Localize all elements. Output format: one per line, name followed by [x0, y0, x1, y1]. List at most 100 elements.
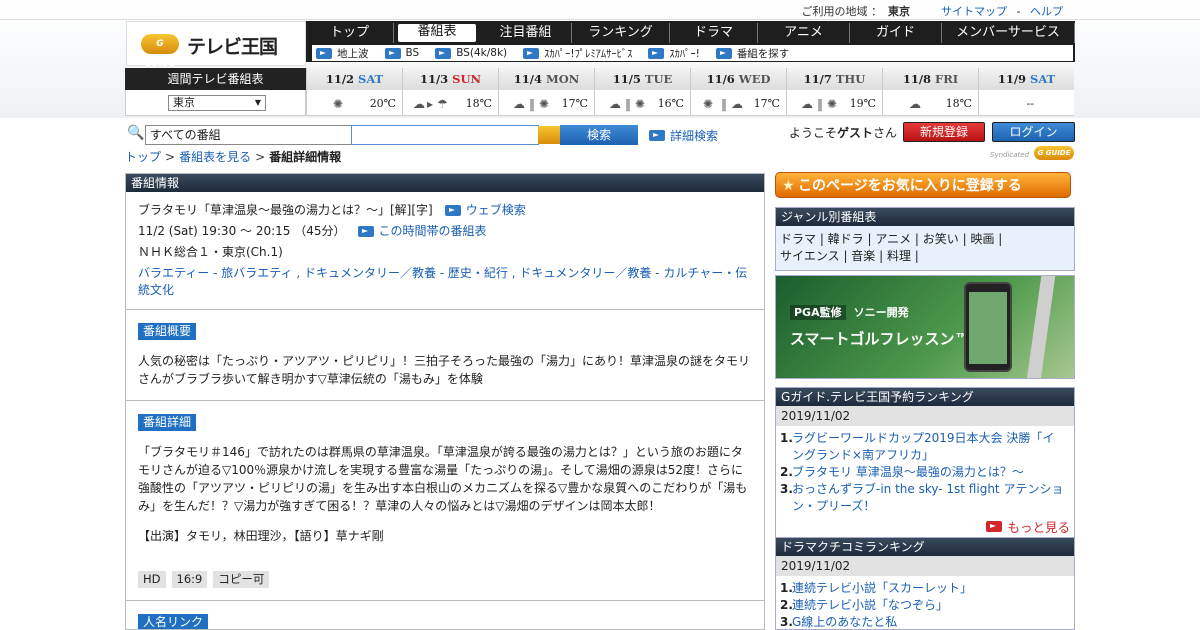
arrow-right-icon	[435, 47, 452, 59]
ranking-link[interactable]: 連続テレビ小説「スカーレット」	[792, 580, 972, 597]
nav-tabs: トップ 番組表 注目番組 ランキング ドラマ アニメ ガイド メンバーサービス	[306, 23, 1075, 43]
day-header[interactable]: 11/7 THU	[787, 68, 882, 90]
day-column[interactable]: 11/3 SUN ☁ ▸ ☂ 18℃	[402, 68, 498, 116]
ranking-link[interactable]: おっさんずラブ-in the sky- 1st flight アテンション・プリ…	[792, 481, 1066, 515]
search-input[interactable]	[351, 125, 539, 145]
genre-links-line[interactable]: サイエンス | 音楽 | 料理 |	[780, 248, 1070, 265]
arrow-right-icon	[986, 521, 1003, 532]
day-weekday: SAT	[358, 72, 384, 86]
search-category-select[interactable]: すべての番組	[145, 125, 373, 145]
day-column[interactable]: 11/4 MON ☁ ‖ ✺ 17℃	[498, 68, 594, 116]
day-date: 11/5	[612, 72, 641, 86]
subnav-item-2[interactable]: BS(4k/8k)	[435, 47, 507, 59]
day-column[interactable]: 11/8 FRI ☁ 18℃	[882, 68, 978, 116]
divider-icon: ‖	[529, 97, 535, 111]
day-temperature: 17℃	[753, 97, 780, 110]
site-logo[interactable]: G GUIDE テレビ王国	[126, 21, 306, 69]
tab-4[interactable]: ドラマ	[670, 23, 758, 43]
weekly-schedule-label[interactable]: 週間テレビ番組表	[125, 68, 306, 90]
tab-6[interactable]: ガイド	[850, 23, 942, 43]
g-guide-logo-badge: G GUIDE	[1034, 146, 1074, 160]
subnav-item-0[interactable]: 地上波	[316, 46, 369, 61]
drama-ranking-header: ドラマクチコミランキング	[776, 538, 1074, 556]
utility-bar: ご利用の地域 ： 東京 サイトマップ - ヘルプ	[0, 0, 1200, 20]
rank-number: 3.	[780, 615, 793, 629]
day-header[interactable]: 11/2 SAT	[307, 68, 402, 90]
tab-5[interactable]: アニメ	[758, 23, 850, 43]
ranking-link[interactable]: ラグビーワールドカップ2019日本大会 決勝「イングランド×南アフリカ」	[792, 430, 1066, 464]
login-button[interactable]: ログイン	[992, 122, 1075, 142]
advertisement-banner[interactable]: PGA監修 ソニー開発 スマートゴルフレッスン™	[775, 275, 1075, 379]
day-column[interactable]: 11/6 WED ✺ ‖ ☁ 17℃	[690, 68, 786, 116]
search-icon: 🔍	[127, 125, 145, 141]
breadcrumb-schedule[interactable]: 番組表を見る	[179, 150, 251, 164]
day-weekday: SAT	[1030, 72, 1056, 86]
subnav-item-3[interactable]: ｽｶﾊﾟｰ!ﾌﾟﾚﾐｱﾑｻｰﾋﾞｽ	[523, 46, 632, 61]
day-header[interactable]: 11/3 SUN	[403, 68, 498, 90]
day-header[interactable]: 11/8 FRI	[883, 68, 978, 90]
breadcrumb-top[interactable]: トップ	[125, 150, 161, 164]
day-header[interactable]: 11/5 TUE	[595, 68, 690, 90]
ranking-item[interactable]: 1. ラグビーワールドカップ2019日本大会 決勝「イングランド×南アフリカ」	[780, 430, 1066, 464]
help-link[interactable]: ヘルプ	[1030, 5, 1063, 18]
ranking-item[interactable]: 2. 連続テレビ小説「なつぞら」	[780, 597, 1066, 614]
sitemap-link[interactable]: サイトマップ	[941, 5, 1007, 18]
add-favorite-button[interactable]: ★ このページをお気に入りに登録する	[775, 172, 1071, 198]
subnav-item-4[interactable]: ｽｶﾊﾟｰ!	[648, 46, 700, 61]
genre-links-line[interactable]: ドラマ | 韓ドラ | アニメ | お笑い | 映画 |	[780, 231, 1070, 248]
ranking-link[interactable]: 連続テレビ小説「なつぞら」	[792, 597, 948, 614]
ranking-item[interactable]: 2. ブラタモリ 草津温泉〜最強の湯力とは？〜	[780, 464, 1066, 481]
tab-0[interactable]: トップ	[306, 23, 394, 43]
subnav-item-5[interactable]: 番組を探す	[715, 46, 790, 61]
ranking-item[interactable]: 1. 連続テレビ小説「スカーレット」	[780, 580, 1066, 597]
register-button[interactable]: 新規登録	[903, 122, 985, 142]
star-icon: ★	[782, 178, 795, 194]
welcome-message: ようこそゲストさん	[789, 124, 897, 141]
timeslot-link[interactable]: この時間帯の番組表	[357, 221, 487, 242]
welcome-prefix: ようこそ	[789, 126, 838, 140]
drama-ranking-date: 2019/11/02	[776, 556, 1074, 576]
web-search-link[interactable]: ウェブ検索	[444, 200, 526, 221]
sun-icon: ✺	[703, 97, 714, 111]
subnav-item-1[interactable]: BS	[384, 47, 419, 59]
search-button[interactable]: 検索	[560, 125, 638, 145]
ranking-link[interactable]: ブラタモリ 草津温泉〜最強の湯力とは？〜	[792, 464, 1024, 481]
day-header[interactable]: 11/6 WED	[691, 68, 786, 90]
sun-icon: ✺	[827, 97, 838, 111]
tab-1[interactable]: 番組表	[398, 24, 476, 42]
subnav-label: 番組を探す	[736, 47, 790, 60]
rank-number: 3.	[780, 482, 793, 496]
ranking-item[interactable]: 3. おっさんずラブ-in the sky- 1st flight アテンション・…	[780, 481, 1066, 515]
people-label: 人名リンク	[138, 614, 209, 629]
day-header[interactable]: 11/4 MON	[499, 68, 594, 90]
arrow-right-icon	[648, 47, 665, 59]
welcome-suffix: さん	[873, 126, 898, 140]
ranking-item[interactable]: 3. G線上のあなたと私	[780, 614, 1066, 629]
day-column[interactable]: 11/5 TUE ☁ ‖ ✺ 16℃	[594, 68, 690, 116]
day-column[interactable]: 11/7 THU ☁ ‖ ✺ 19℃	[786, 68, 882, 116]
cloud-icon: ☁	[413, 97, 425, 111]
reservation-ranking-box: Gガイド.テレビ王国予約ランキング 2019/11/02 1. ラグビーワールドカ…	[775, 387, 1075, 541]
summary-label: 番組概要	[138, 323, 197, 340]
day-date: 11/2	[325, 72, 355, 86]
day-weather: ✺ ‖ ☁ 17℃	[691, 90, 786, 116]
program-genres[interactable]: バラエティー - 旅バラエティ , ドキュメンタリー／教養 - 歴史・紀行 , …	[138, 265, 752, 299]
day-column[interactable]: 11/9 SAT --	[978, 68, 1074, 116]
tab-3[interactable]: ランキング	[572, 23, 670, 43]
detail-section: 番組詳細 「ブラタモリ＃146」で訪れたのは群馬県の草津温泉。「草津温泉が誇る最…	[126, 401, 764, 601]
arrow-icon: ▸	[427, 97, 434, 111]
sun-icon: ✺	[333, 97, 344, 111]
day-column[interactable]: 11/2 SAT ✺ 20℃	[306, 68, 402, 116]
web-search-label: ウェブ検索	[465, 203, 526, 217]
tab-2[interactable]: 注目番組	[480, 23, 572, 43]
day-header[interactable]: 11/9 SAT	[979, 68, 1074, 90]
link-separator: -	[1016, 5, 1021, 18]
format-tag: HD	[138, 571, 166, 588]
cloud-icon: ☁	[909, 97, 921, 111]
advanced-search-link[interactable]: 詳細検索	[649, 127, 718, 144]
tab-7[interactable]: メンバーサービス	[942, 23, 1075, 43]
ranking-link[interactable]: G線上のあなたと私	[792, 614, 897, 629]
broadcast-subnav: 地上波 BS BS(4k/8k) ｽｶﾊﾟｰ!ﾌﾟﾚﾐｱﾑｻｰﾋﾞｽ ｽｶﾊﾟｰ! 番組を…	[312, 45, 1073, 61]
region-select[interactable]: 東京	[168, 95, 266, 111]
timeslot-label: この時間帯の番組表	[378, 224, 487, 238]
